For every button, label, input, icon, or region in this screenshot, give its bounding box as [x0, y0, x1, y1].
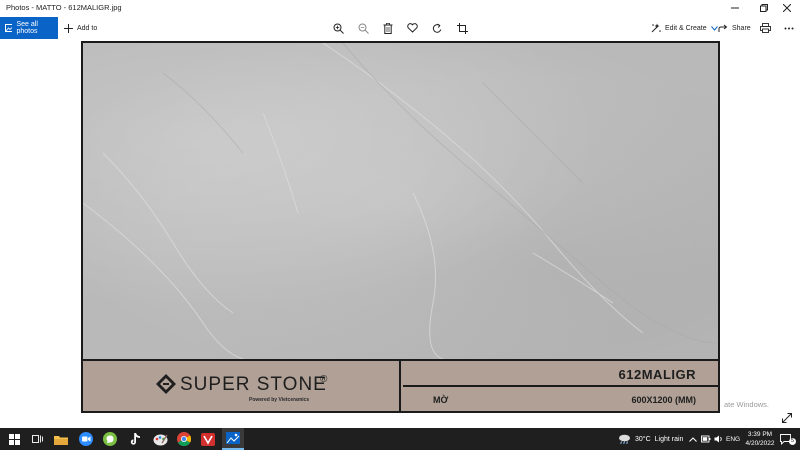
- language-label: ENG: [726, 435, 741, 443]
- taskbar-chrome[interactable]: [176, 431, 192, 447]
- language-indicator[interactable]: ENG: [726, 428, 740, 450]
- heart-icon: [406, 23, 418, 33]
- speaker-icon: [714, 435, 722, 443]
- stone-texture: [83, 43, 718, 359]
- toolbar: See all photos Add to Edit & Create Shar…: [0, 17, 800, 39]
- weather-widget[interactable]: 30°C Light rain: [618, 428, 683, 450]
- super-stone-logo-icon: [156, 374, 176, 394]
- task-view-button[interactable]: [29, 431, 45, 447]
- print-icon: [759, 23, 771, 33]
- task-view-icon: [31, 435, 43, 443]
- edit-create-label: Edit & Create: [665, 24, 707, 32]
- edit-create-icon: [651, 23, 661, 33]
- activate-windows-watermark: ate Windows.: [724, 400, 770, 409]
- chrome-icon: [177, 432, 191, 446]
- chat-app-icon: [103, 432, 117, 446]
- clock-date: 4/20/2022: [745, 440, 775, 447]
- photo-viewer-image[interactable]: SUPER STONE ® Powered by Vietceramics 61…: [81, 41, 720, 413]
- red-app-icon: [201, 432, 215, 446]
- brand-tagline: Powered by Vietceramics: [249, 397, 310, 403]
- system-clock[interactable]: 3:39 PM 4/20/2022: [742, 430, 778, 448]
- finish-label: MỜ: [433, 395, 449, 405]
- photos-app-icon: [226, 432, 240, 444]
- brand-name: SUPER STONE: [180, 374, 327, 395]
- share-label: Share: [732, 24, 751, 32]
- folder-icon: [54, 435, 68, 445]
- battery-button[interactable]: [701, 428, 711, 450]
- minimize-button[interactable]: [722, 0, 748, 16]
- taskbar-photos-active[interactable]: [222, 428, 244, 450]
- close-button[interactable]: [774, 0, 800, 16]
- see-all-photos-label: See all photos: [16, 21, 38, 35]
- clock-time: 3:39 PM: [747, 431, 773, 438]
- taskbar-file-explorer[interactable]: [53, 431, 69, 447]
- rain-cloud-icon: [619, 434, 630, 444]
- show-hidden-icons-button[interactable]: [689, 428, 697, 450]
- plus-icon: [64, 23, 73, 33]
- taskbar-tiktok[interactable]: [127, 431, 143, 447]
- crop-button[interactable]: [455, 21, 469, 35]
- product-code: 612MALIGR: [618, 367, 696, 382]
- size-label: 600X1200 (MM): [631, 395, 696, 405]
- share-icon: [718, 24, 728, 32]
- registered-mark: ®: [320, 374, 328, 385]
- tiktok-icon: [130, 432, 140, 445]
- more-icon: [784, 27, 794, 29]
- rotate-icon: [432, 23, 441, 33]
- print-button[interactable]: [758, 21, 772, 35]
- weather-temperature: 30°C: [635, 435, 651, 443]
- delete-button[interactable]: [381, 21, 395, 35]
- start-button[interactable]: [6, 431, 22, 447]
- fullscreen-button[interactable]: [781, 411, 795, 425]
- add-to-label: Add to: [77, 24, 98, 32]
- see-all-photos-button[interactable]: See all photos: [0, 17, 58, 39]
- paint-palette-icon: [153, 434, 168, 445]
- more-options-button[interactable]: [782, 21, 796, 35]
- taskbar-chat-app[interactable]: [102, 431, 118, 447]
- restore-icon: [760, 4, 768, 12]
- edit-create-button[interactable]: Edit & Create: [651, 17, 718, 39]
- volume-button[interactable]: [714, 428, 724, 450]
- notifications-button[interactable]: 5: [780, 428, 796, 450]
- zoom-app-icon: [79, 432, 93, 446]
- trash-icon: [383, 22, 393, 34]
- photos-icon: [5, 24, 13, 32]
- taskbar-vieon[interactable]: [200, 431, 216, 447]
- weather-description: Light rain: [654, 435, 684, 443]
- zoom-in-button[interactable]: [331, 21, 345, 35]
- add-to-button[interactable]: Add to: [64, 17, 97, 39]
- favorite-button[interactable]: [405, 21, 419, 35]
- brand-box: SUPER STONE ® Powered by Vietceramics: [83, 361, 401, 411]
- title-bar: Photos - MATTO - 612MALIGR.jpg: [0, 0, 800, 16]
- taskbar-paint-app[interactable]: [152, 431, 168, 447]
- zoom-out-icon: [358, 23, 369, 34]
- windows-logo-icon: [8, 433, 20, 445]
- window-title: Photos - MATTO - 612MALIGR.jpg: [6, 3, 122, 12]
- zoom-in-icon: [333, 23, 344, 34]
- crop-icon: [456, 22, 468, 34]
- chevron-down-icon: [710, 25, 718, 31]
- product-label-panel: SUPER STONE ® Powered by Vietceramics 61…: [83, 359, 718, 411]
- share-button[interactable]: Share: [718, 17, 751, 39]
- zoom-out-button[interactable]: [356, 21, 370, 35]
- taskbar: 30°C Light rain ENG 3:39 PM 4/20/2022 5: [0, 428, 800, 450]
- photos-app: Photos - MATTO - 612MALIGR.jpg See all p…: [0, 0, 800, 450]
- marble-veins: [83, 43, 718, 359]
- product-code-row: 612MALIGR: [403, 361, 718, 387]
- expand-icon: [782, 413, 792, 423]
- taskbar-zoom[interactable]: [78, 431, 94, 447]
- rotate-button[interactable]: [430, 21, 444, 35]
- close-icon: [783, 4, 791, 12]
- minimize-icon: [731, 7, 739, 9]
- chevron-up-icon: [689, 436, 697, 442]
- battery-icon: [701, 435, 711, 443]
- notification-count-badge: 5: [789, 438, 796, 445]
